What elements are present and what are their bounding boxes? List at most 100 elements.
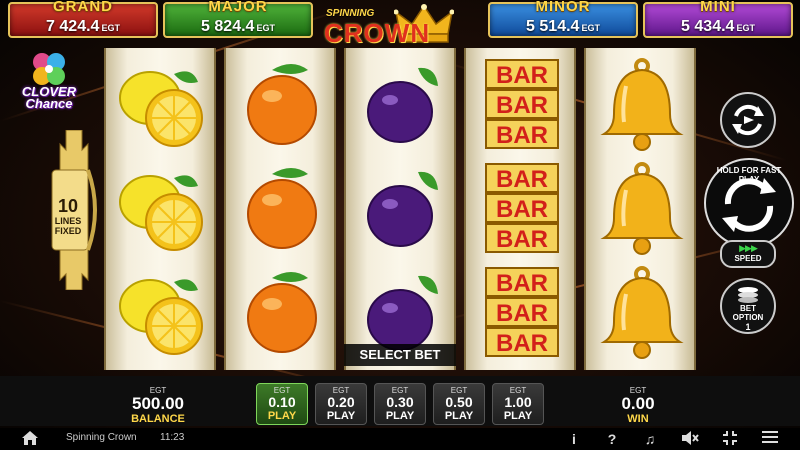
bet-button-0-50[interactable]: EGT 0.50 PLAY xyxy=(433,383,485,425)
jackpot-mini-name: MINI xyxy=(700,0,736,15)
select-bet-label: SELECT BET xyxy=(344,344,456,366)
menu-icon[interactable] xyxy=(760,430,780,448)
win-value: 0.00 xyxy=(621,394,655,413)
clock: 11:23 xyxy=(160,432,185,443)
bar-text: BAR xyxy=(496,226,548,253)
jackpot-major: MAJOR 5 824.4 EGT xyxy=(163,0,313,38)
reel-3 xyxy=(344,48,456,370)
symbol-orange xyxy=(232,56,332,156)
autoplay-button[interactable] xyxy=(720,92,776,148)
bet-value: 0.50 xyxy=(445,394,473,410)
lines-label: LINES FIXED xyxy=(50,216,86,236)
symbol-lemon xyxy=(112,160,212,260)
symbol-lemon xyxy=(112,56,212,156)
bet-play-label: PLAY xyxy=(503,410,533,422)
symbol-bell xyxy=(592,264,692,364)
bar-text: BAR xyxy=(496,300,548,327)
help-icon[interactable]: ? xyxy=(602,430,622,448)
symbol-plum xyxy=(352,160,452,260)
lines-label-1: LINES xyxy=(54,216,82,226)
jackpot-grand-amount: 7 424.4 xyxy=(46,18,100,35)
bar-text: BAR xyxy=(496,92,548,119)
bet-option-button[interactable]: BET OPTION 1 xyxy=(720,278,776,334)
jackpot-minor: MINOR 5 514.4 EGT xyxy=(488,0,638,38)
symbol-lemon xyxy=(112,264,212,364)
speed-arrows-icon: ▶▶▶ xyxy=(739,243,758,253)
bet-play-label: PLAY xyxy=(326,410,356,422)
bet-play-label: PLAY xyxy=(267,410,297,422)
balance-label: BALANCE xyxy=(131,413,185,425)
bar-text: BAR xyxy=(496,122,548,149)
bet-button-0-30[interactable]: EGT 0.30 PLAY xyxy=(374,383,426,425)
bet-option-label: BET OPTION xyxy=(722,304,774,322)
logo-title: CROWN xyxy=(324,18,431,48)
bet-button-0-20[interactable]: EGT 0.20 PLAY xyxy=(315,383,367,425)
clover-chance-badge: CLOVER Chance xyxy=(14,48,84,118)
bet-option-label-1: BET xyxy=(740,304,756,313)
bet-play-label: PLAY xyxy=(444,410,474,422)
home-icon[interactable] xyxy=(20,430,40,448)
symbol-bar: BAR BAR BAR xyxy=(472,56,572,156)
speed-label: SPEED xyxy=(734,254,762,263)
jackpot-major-name: MAJOR xyxy=(208,0,268,15)
status-bar: Spinning Crown 11:23 i ? ♫ xyxy=(0,428,800,450)
symbol-plum xyxy=(352,56,452,156)
reel-1 xyxy=(104,48,216,370)
bet-value: 0.10 xyxy=(268,394,296,410)
reel-2 xyxy=(224,48,336,370)
coins-icon xyxy=(738,287,758,303)
music-icon[interactable]: ♫ xyxy=(640,430,660,448)
clover-chance-line2: Chance xyxy=(25,96,73,111)
jackpot-minor-value: 5 514.4 EGT xyxy=(490,18,636,36)
info-icon[interactable]: i xyxy=(564,430,584,448)
jackpot-minor-name: MINOR xyxy=(535,0,591,15)
bet-option-value: 1 xyxy=(745,322,751,332)
reel-5 xyxy=(584,48,696,370)
clover-chance-text: CLOVER Chance xyxy=(16,85,82,111)
bet-value: 0.20 xyxy=(327,394,355,410)
bet-button-0-10[interactable]: EGT 0.10 PLAY xyxy=(256,383,308,425)
spin-button[interactable]: HOLD FOR FAST PLAY xyxy=(704,158,794,248)
symbol-bar: BAR BAR BAR xyxy=(472,264,572,364)
bet-button-1-00[interactable]: EGT 1.00 PLAY xyxy=(492,383,544,425)
jackpot-mini-value: 5 434.4 EGT xyxy=(645,18,791,36)
bar-text: BAR xyxy=(496,270,548,297)
symbol-orange xyxy=(232,160,332,260)
bar-text: BAR xyxy=(496,196,548,223)
reel-4: BAR BAR BAR BAR BAR BAR BAR BAR BAR xyxy=(464,48,576,370)
bar-text: BAR xyxy=(496,166,548,193)
balance-value: 500.00 xyxy=(132,394,184,413)
jackpot-major-value: 5 824.4 EGT xyxy=(165,18,311,36)
lines-label-2: FIXED xyxy=(54,226,82,236)
bet-value: 1.00 xyxy=(504,394,532,410)
jackpot-grand-currency: EGT xyxy=(101,23,120,33)
jackpot-grand-name: GRAND xyxy=(53,0,113,15)
jackpot-minor-amount: 5 514.4 xyxy=(526,18,580,35)
jackpot-mini-currency: EGT xyxy=(736,23,755,33)
symbol-bell xyxy=(592,56,692,156)
balance-display: EGT 500.00 BALANCE xyxy=(118,386,198,425)
jackpot-grand: GRAND 7 424.4 EGT xyxy=(8,0,158,38)
jackpot-major-amount: 5 824.4 xyxy=(201,18,255,35)
symbol-bar: BAR BAR BAR xyxy=(472,160,572,260)
mute-icon[interactable] xyxy=(680,430,700,448)
speed-button[interactable]: ▶▶▶ SPEED xyxy=(720,240,776,268)
jackpot-major-currency: EGT xyxy=(256,23,275,33)
bar-text: BAR xyxy=(496,62,548,89)
game-logo: SPINNING CROWN xyxy=(322,4,478,48)
win-display: EGT 0.00 WIN xyxy=(600,386,676,425)
lines-fixed-ribbon: 10 LINES FIXED xyxy=(48,130,104,290)
game-screen: GRAND 7 424.4 EGT MAJOR 5 824.4 EGT MINOR … xyxy=(0,0,800,450)
fullscreen-icon[interactable] xyxy=(720,430,740,448)
bet-play-label: PLAY xyxy=(385,410,415,422)
spin-icon xyxy=(722,178,776,232)
jackpot-mini-amount: 5 434.4 xyxy=(681,18,735,35)
game-name: Spinning Crown xyxy=(66,432,137,443)
symbol-orange xyxy=(232,264,332,364)
jackpot-grand-value: 7 424.4 EGT xyxy=(10,18,156,36)
jackpot-minor-currency: EGT xyxy=(581,23,600,33)
lines-count: 10 xyxy=(57,196,79,216)
win-label: WIN xyxy=(627,413,649,425)
autoplay-icon xyxy=(732,104,764,136)
bet-value: 0.30 xyxy=(386,394,414,410)
